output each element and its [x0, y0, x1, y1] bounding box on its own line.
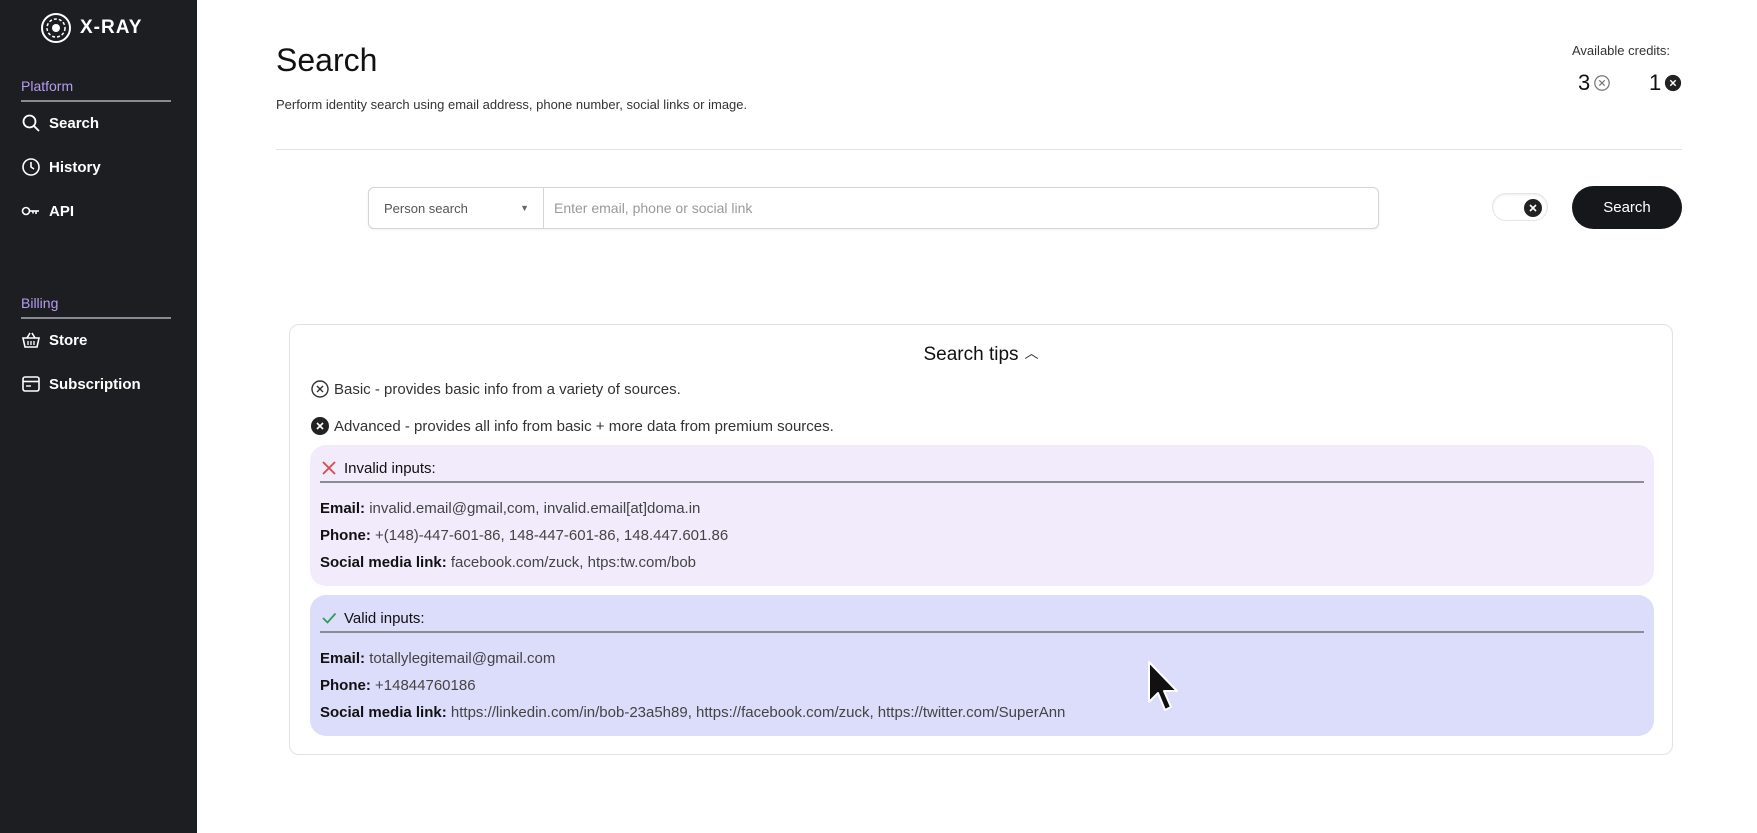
advanced-tier-text: Advanced - provides all info from basic … — [334, 417, 834, 435]
sidebar-item-label: Search — [49, 114, 100, 132]
x-icon — [322, 461, 336, 475]
valid-email-line: Email: totallylegitemail@gmail.com — [320, 650, 556, 667]
advanced-credit-icon — [311, 417, 329, 435]
box-divider — [320, 631, 1644, 633]
section-title-billing: Billing — [21, 295, 59, 311]
valid-inputs-header: Valid inputs: — [320, 609, 1644, 629]
sidebar-item-label: History — [49, 158, 101, 176]
search-input[interactable] — [544, 188, 1378, 228]
search-icon — [22, 114, 40, 132]
search-type-value: Person search — [384, 200, 468, 216]
card-icon — [22, 376, 40, 392]
page-subtitle: Perform identity search using email addr… — [276, 97, 748, 112]
sidebar-item-store[interactable]: Store — [21, 330, 87, 350]
basic-tier-text: Basic - provides basic info from a varie… — [334, 380, 681, 398]
key-icon — [21, 206, 39, 216]
basic-tier-info: Basic - provides basic info from a varie… — [310, 379, 681, 399]
valid-inputs-box: Valid inputs: Email: totallylegitemail@g… — [310, 595, 1654, 736]
box-divider — [320, 481, 1644, 483]
invalid-email-line: Email: invalid.email@gmail,com, invalid.… — [320, 500, 701, 517]
invalid-inputs-header: Invalid inputs: — [320, 459, 1644, 479]
search-bar: Person search ▼ — [368, 187, 1379, 229]
invalid-inputs-title: Invalid inputs: — [344, 459, 436, 477]
valid-inputs-title: Valid inputs: — [344, 609, 425, 627]
mouse-cursor-icon — [1148, 661, 1178, 711]
sidebar-item-label: Store — [49, 331, 88, 349]
valid-phone-line: Phone: +14844760186 — [320, 677, 476, 694]
search-type-select[interactable]: Person search ▼ — [369, 188, 544, 228]
basic-credit-icon — [1594, 75, 1611, 91]
header-divider — [276, 149, 1682, 150]
sidebar-item-api[interactable]: API — [21, 201, 74, 221]
search-tips-toggle[interactable]: Search tips ︿ — [290, 343, 1672, 366]
sidebar-item-subscription[interactable]: Subscription — [21, 374, 141, 394]
app-root: X-RAY Platform Search History API Billin… — [0, 0, 1757, 833]
sidebar-item-history[interactable]: History — [21, 157, 101, 177]
page-title: Search — [276, 42, 378, 78]
sidebar-item-label: Subscription — [49, 375, 141, 393]
chevron-up-icon: ︿ — [1024, 345, 1039, 361]
advanced-credits-count: 1 — [1649, 70, 1662, 95]
search-tips-title: Search tips — [923, 344, 1019, 365]
search-tips-card: Search tips ︿ Basic - provides basic info… — [289, 324, 1673, 755]
advanced-tier-info: Advanced - provides all info from basic … — [310, 416, 834, 436]
section-divider — [21, 317, 171, 319]
advanced-credit-icon — [1665, 74, 1682, 92]
section-title-platform: Platform — [21, 78, 74, 94]
invalid-phone-line: Phone: +(148)-447-601-86, 148-447-601-86… — [320, 527, 729, 544]
invalid-social-line: Social media link: facebook.com/zuck, ht… — [320, 554, 697, 571]
clock-icon — [22, 158, 40, 176]
caret-down-icon: ▼ — [520, 203, 529, 213]
sidebar-item-label: API — [49, 202, 75, 220]
basic-credits-count: 3 — [1578, 70, 1591, 95]
search-button[interactable]: Search — [1572, 186, 1682, 229]
invalid-inputs-box: Invalid inputs: Email: invalid.email@gma… — [310, 445, 1654, 586]
credits-label: Available credits: — [1572, 43, 1671, 58]
advanced-credits: 1 — [1649, 70, 1682, 96]
check-icon — [322, 612, 337, 624]
basic-credits: 3 — [1578, 70, 1611, 96]
xray-logo-icon — [41, 13, 71, 43]
sidebar: X-RAY Platform Search History API Billin… — [0, 0, 197, 833]
section-divider — [21, 100, 171, 102]
valid-social-line: Social media link: https://linkedin.com/… — [320, 704, 1066, 721]
basic-credit-icon — [311, 380, 329, 398]
logo[interactable]: X-RAY — [40, 12, 142, 44]
advanced-credit-icon — [1524, 199, 1542, 217]
logo-text: X-RAY — [80, 17, 143, 38]
sidebar-item-search[interactable]: Search — [21, 113, 99, 133]
basket-icon — [22, 332, 40, 348]
advanced-search-toggle[interactable] — [1492, 193, 1548, 221]
